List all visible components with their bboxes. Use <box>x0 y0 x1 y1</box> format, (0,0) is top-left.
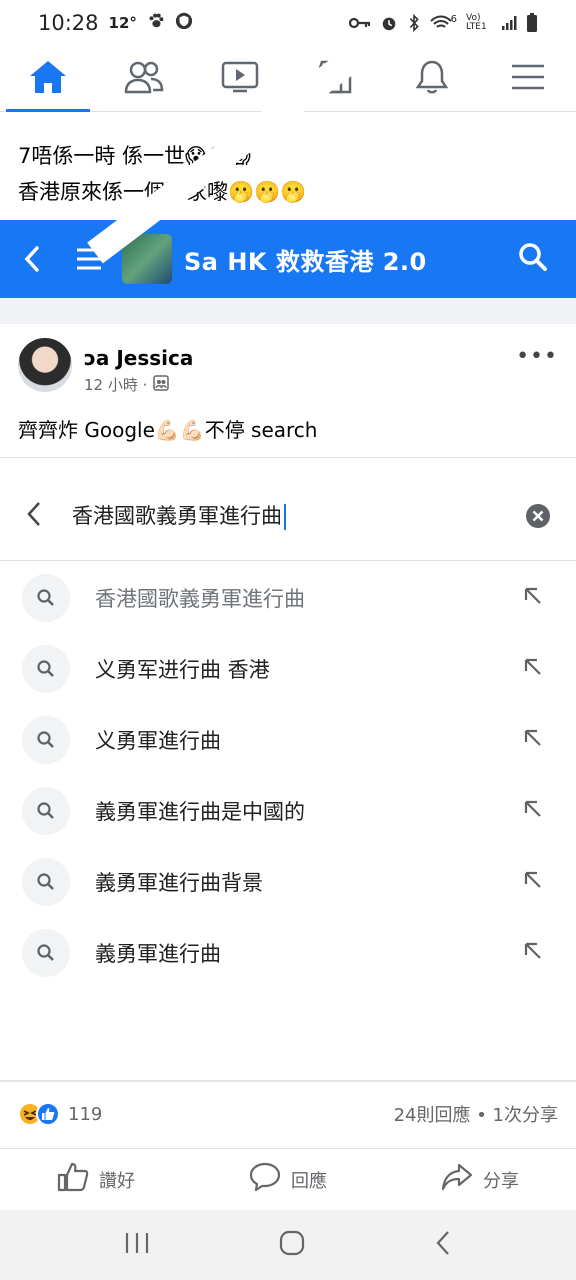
fill-query-arrow-icon[interactable] <box>522 798 544 824</box>
fill-query-arrow-icon[interactable] <box>522 656 544 682</box>
fill-query-arrow-icon[interactable] <box>522 585 544 611</box>
like-label: 讚好 <box>99 1170 135 1192</box>
friends-icon <box>124 60 164 98</box>
comments-shares-count[interactable]: 24則回應 • 1次分享 <box>394 1101 558 1127</box>
comment-label: 回應 <box>291 1170 327 1192</box>
text-cursor <box>284 504 286 530</box>
recent-apps-icon[interactable] <box>124 1231 150 1259</box>
suggestion-item[interactable]: 義勇軍進行曲是中國的 <box>0 775 576 846</box>
suggestion-item[interactable]: 义勇军进行曲 香港 <box>0 633 576 704</box>
shield-icon <box>175 11 193 35</box>
comment-button[interactable]: 回應 <box>192 1149 384 1210</box>
like-reaction-icon <box>36 1102 60 1126</box>
suggestion-item[interactable]: 香港國歌義勇軍進行曲 <box>0 562 576 633</box>
suggestion-item[interactable]: 義勇軍進行曲背景 <box>0 846 576 917</box>
suggestion-text: 香港國歌義勇軍進行曲 <box>95 586 305 611</box>
suggestion-list: 香港國歌義勇軍進行曲 义勇军进行曲 香港 义勇軍進行曲 義勇軍進行曲是中國的 義… <box>0 562 576 988</box>
back-icon[interactable] <box>434 1230 452 1260</box>
search-icon <box>22 786 70 835</box>
search-icon <box>22 573 70 622</box>
search-screenshot: 香港國歌義勇軍進行曲 香港國歌義勇軍進行曲 义勇军进行曲 香港 义勇軍進行曲 義… <box>0 457 576 1079</box>
share-label: 分享 <box>483 1170 519 1192</box>
suggestion-text: 义勇軍進行曲 <box>95 728 221 753</box>
tab-friends[interactable] <box>96 46 192 111</box>
home-button-icon[interactable] <box>279 1230 305 1260</box>
home-icon <box>28 59 68 99</box>
search-icon[interactable] <box>518 242 548 276</box>
group-audience-icon <box>153 374 170 395</box>
thumbs-up-icon <box>57 1162 89 1197</box>
comment-bubble-icon <box>249 1162 281 1197</box>
reaction-summary[interactable]: 119 <box>18 1102 102 1126</box>
system-navigation-bar <box>0 1210 576 1280</box>
group-name: Sa HK 救救香港 2.0 <box>184 247 427 276</box>
signal-badge: 6 <box>450 13 457 25</box>
status-bar: 10:28 12° 6 Vo) LTE1 <box>0 0 576 46</box>
suggestion-text: 义勇军进行曲 香港 <box>95 657 270 682</box>
paw-icon <box>147 11 165 35</box>
more-options-icon[interactable]: ••• <box>516 344 558 369</box>
bell-icon <box>415 59 449 99</box>
suggestion-text: 義勇軍進行曲 <box>95 941 221 966</box>
search-icon <box>22 644 70 693</box>
tab-notifications[interactable] <box>384 46 480 111</box>
fill-query-arrow-icon[interactable] <box>522 727 544 753</box>
post-meta: 12 小時 · <box>84 374 170 395</box>
search-input[interactable]: 香港國歌義勇軍進行曲 <box>72 500 286 530</box>
alarm-icon <box>380 14 398 32</box>
bluetooth-icon <box>407 14 421 32</box>
status-temperature: 12° <box>108 14 137 32</box>
back-chevron-icon[interactable] <box>24 500 44 532</box>
post-time: 12 小時 · <box>84 376 148 394</box>
fill-query-arrow-icon[interactable] <box>522 940 544 966</box>
search-icon <box>22 857 70 906</box>
suggestion-text: 義勇軍進行曲是中國的 <box>95 799 305 824</box>
fill-query-arrow-icon[interactable] <box>522 869 544 895</box>
suggestion-text: 義勇軍進行曲背景 <box>95 870 263 895</box>
like-button[interactable]: 讚好 <box>0 1149 192 1210</box>
battery-icon <box>526 13 538 33</box>
wifi-icon <box>429 14 452 32</box>
status-time: 10:28 <box>38 11 99 35</box>
author-name[interactable]: ɔa Jessica <box>84 346 193 370</box>
clear-icon[interactable] <box>526 504 550 532</box>
section-divider <box>0 298 576 324</box>
suggestion-item[interactable]: 义勇軍進行曲 <box>0 704 576 775</box>
suggestion-item[interactable]: 義勇軍進行曲 <box>0 917 576 988</box>
signal-icon <box>501 15 517 31</box>
hamburger-icon <box>511 63 545 95</box>
post-header: ɔa Jessica 12 小時 · ••• <box>18 338 558 398</box>
search-icon <box>22 715 70 764</box>
network-label: Vo) LTE1 <box>466 13 487 32</box>
post-actions: 讚好 回應 分享 <box>0 1148 576 1210</box>
key-icon <box>348 16 371 30</box>
post-text-line: 7唔係一時 係一世😱😱😱 <box>18 144 251 168</box>
search-query-text: 香港國歌義勇軍進行曲 <box>72 504 282 528</box>
shared-post-body: 齊齊炸 Google💪🏻💪🏻不停 search <box>18 418 318 442</box>
post-stats: 119 24則回應 • 1次分享 <box>0 1080 576 1146</box>
shared-group-header: Sa HK 救救香港 2.0 <box>0 220 576 298</box>
search-field: 香港國歌義勇軍進行曲 <box>0 458 576 561</box>
avatar[interactable] <box>18 338 72 392</box>
tab-home[interactable] <box>0 46 96 112</box>
reaction-count: 119 <box>68 1103 103 1125</box>
share-button[interactable]: 分享 <box>384 1149 576 1210</box>
video-icon <box>221 61 259 97</box>
share-arrow-icon <box>441 1162 473 1197</box>
back-arrow-icon[interactable] <box>0 245 64 273</box>
search-icon <box>22 928 70 977</box>
tab-menu[interactable] <box>480 46 576 111</box>
